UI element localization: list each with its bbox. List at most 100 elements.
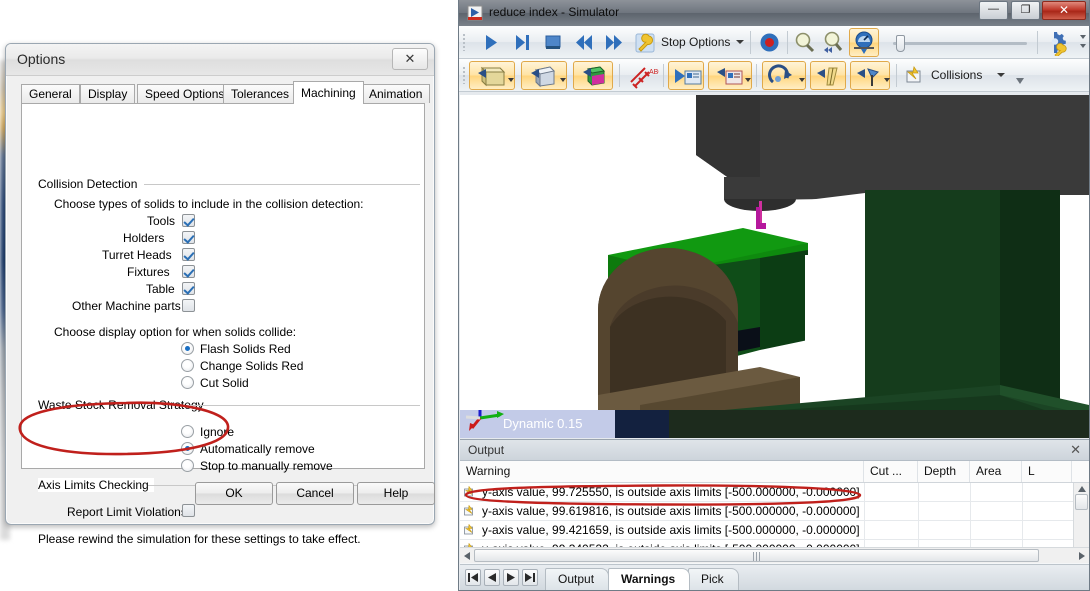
record-button[interactable] bbox=[756, 29, 783, 56]
ok-button[interactable]: OK bbox=[195, 482, 273, 505]
zoom-out-button[interactable] bbox=[819, 29, 846, 56]
toolbar-grip[interactable] bbox=[462, 33, 466, 51]
label-report-limit-violations: Report Limit Violations bbox=[67, 505, 187, 519]
checkbox-table[interactable] bbox=[182, 282, 195, 295]
close-icon: ✕ bbox=[1058, 3, 1070, 17]
measure-button[interactable]: ABC bbox=[625, 62, 663, 89]
warning-icon bbox=[464, 505, 473, 516]
toolbar-overflow-button[interactable] bbox=[1079, 31, 1087, 53]
close-button[interactable]: ✕ bbox=[1042, 1, 1086, 20]
checkbox-report-limit-violations[interactable] bbox=[182, 504, 195, 517]
checkbox-fixtures[interactable] bbox=[182, 265, 195, 278]
first-record-button[interactable] bbox=[465, 569, 481, 586]
view-colored-button[interactable] bbox=[573, 61, 613, 90]
close-icon[interactable]: ✕ bbox=[1070, 442, 1081, 458]
checkbox-other-machine-parts[interactable] bbox=[182, 299, 195, 312]
speed-slider-track[interactable] bbox=[893, 42, 1027, 45]
step-button[interactable] bbox=[508, 29, 535, 56]
speed-slider-thumb[interactable] bbox=[896, 35, 905, 52]
checkbox-turret-heads[interactable] bbox=[182, 248, 195, 261]
section-icon bbox=[817, 67, 838, 86]
tab-speed-options[interactable]: Speed Options bbox=[137, 84, 233, 103]
viewport-status-dark-block bbox=[615, 410, 669, 438]
tab-display[interactable]: Display bbox=[80, 84, 136, 103]
label-table: Table bbox=[146, 282, 175, 296]
scroll-up-icon[interactable] bbox=[1077, 485, 1087, 493]
viewport-status-text: Dynamic 0.15 bbox=[503, 416, 583, 431]
toolbar-overflow-button[interactable] bbox=[1015, 75, 1025, 85]
compare-view-button[interactable] bbox=[708, 61, 752, 90]
close-icon[interactable]: ✕ bbox=[392, 48, 428, 70]
table-row[interactable]: y-axis value, 99.421659, is outside axis… bbox=[460, 521, 1089, 540]
tab-output[interactable]: Output bbox=[545, 568, 610, 590]
fast-forward-button[interactable] bbox=[601, 29, 628, 56]
help-button[interactable]: Help bbox=[357, 482, 435, 505]
zoom-in-button[interactable] bbox=[791, 29, 818, 56]
scroll-left-icon[interactable] bbox=[463, 551, 471, 561]
radio-stop-to-manually-remove[interactable] bbox=[181, 459, 194, 472]
tab-tolerances[interactable]: Tolerances bbox=[223, 84, 298, 103]
previous-record-button[interactable] bbox=[484, 569, 500, 586]
options-dialog: Options ✕ General Display Speed Options … bbox=[5, 43, 435, 546]
column-header-depth[interactable]: Depth bbox=[918, 461, 970, 482]
minimize-button[interactable]: — bbox=[979, 1, 1008, 20]
simulation-viewport[interactable] bbox=[460, 95, 1089, 438]
radio-cut-solid[interactable] bbox=[181, 376, 194, 389]
radio-automatically-remove[interactable] bbox=[181, 442, 194, 455]
collide-display-prompt: Choose display option for when solids co… bbox=[54, 325, 297, 339]
output-bottom-tabbar: Output Warnings Pick bbox=[460, 564, 1089, 590]
view-solid-button[interactable] bbox=[469, 61, 515, 90]
simulator-toolbar-playback: Stop Options bbox=[459, 26, 1089, 59]
speed-gauge-button[interactable] bbox=[849, 28, 879, 57]
output-panel-title: Output bbox=[468, 443, 505, 457]
tab-pick[interactable]: Pick bbox=[688, 568, 739, 590]
compare-play-button[interactable] bbox=[668, 61, 704, 90]
column-header-l[interactable]: L bbox=[1022, 461, 1072, 482]
checkbox-tools[interactable] bbox=[182, 214, 195, 227]
rewind-button[interactable] bbox=[570, 29, 597, 56]
maximize-button[interactable]: ❐ bbox=[1011, 1, 1040, 20]
label-tools: Tools bbox=[147, 214, 176, 228]
last-record-icon bbox=[525, 573, 535, 582]
dialog-tabstrip: General Display Speed Options Tolerances… bbox=[21, 81, 431, 104]
stop-button[interactable] bbox=[539, 29, 566, 56]
toolbar-grip[interactable] bbox=[462, 66, 466, 84]
chevron-down-icon bbox=[1080, 35, 1086, 48]
output-grid-header: Warning Cut ... Depth Area L bbox=[460, 461, 1089, 483]
section-button[interactable] bbox=[810, 61, 846, 90]
next-record-button[interactable] bbox=[503, 569, 519, 586]
tab-machining[interactable]: Machining bbox=[293, 81, 364, 104]
play-button[interactable] bbox=[477, 29, 504, 56]
screen: Options ✕ General Display Speed Options … bbox=[0, 0, 1090, 591]
column-header-area[interactable]: Area bbox=[970, 461, 1022, 482]
label-holders: Holders bbox=[123, 231, 165, 245]
pin-view-button[interactable] bbox=[850, 61, 890, 90]
checkbox-holders[interactable] bbox=[182, 231, 195, 244]
view-shaded-button[interactable] bbox=[521, 61, 567, 90]
tab-animation[interactable]: Animation bbox=[361, 84, 431, 103]
chevron-down-icon[interactable] bbox=[997, 73, 1005, 77]
table-row[interactable]: y-axis value, 99.619816, is outside axis… bbox=[460, 502, 1089, 521]
radio-change-solids-red[interactable] bbox=[181, 359, 194, 372]
collisions-button[interactable] bbox=[902, 62, 930, 89]
cancel-button[interactable]: Cancel bbox=[276, 482, 354, 505]
table-row[interactable]: y-axis value, 99.725550, is outside axis… bbox=[460, 483, 1089, 502]
column-header-warning[interactable]: Warning bbox=[460, 461, 864, 482]
compare-play-icon bbox=[675, 69, 702, 85]
vertical-scroll-thumb[interactable] bbox=[1075, 494, 1088, 510]
stop-options-button[interactable] bbox=[631, 29, 658, 56]
speed-gauge-icon bbox=[854, 31, 874, 54]
radio-flash-solids-red[interactable] bbox=[181, 342, 194, 355]
machining-tab-panel: Collision Detection Choose types of soli… bbox=[21, 103, 425, 546]
settings-button[interactable] bbox=[1043, 29, 1071, 58]
rotate-view-button[interactable] bbox=[762, 61, 806, 90]
last-record-button[interactable] bbox=[522, 569, 538, 586]
horizontal-scroll-thumb[interactable] bbox=[474, 549, 1039, 562]
column-header-cut[interactable]: Cut ... bbox=[864, 461, 918, 482]
chevron-down-icon[interactable] bbox=[736, 40, 744, 44]
radio-ignore[interactable] bbox=[181, 425, 194, 438]
tab-general[interactable]: General bbox=[21, 84, 80, 103]
tab-warnings[interactable]: Warnings bbox=[608, 568, 691, 590]
scroll-right-icon[interactable] bbox=[1078, 551, 1086, 561]
output-horizontal-scrollbar[interactable] bbox=[460, 547, 1089, 563]
